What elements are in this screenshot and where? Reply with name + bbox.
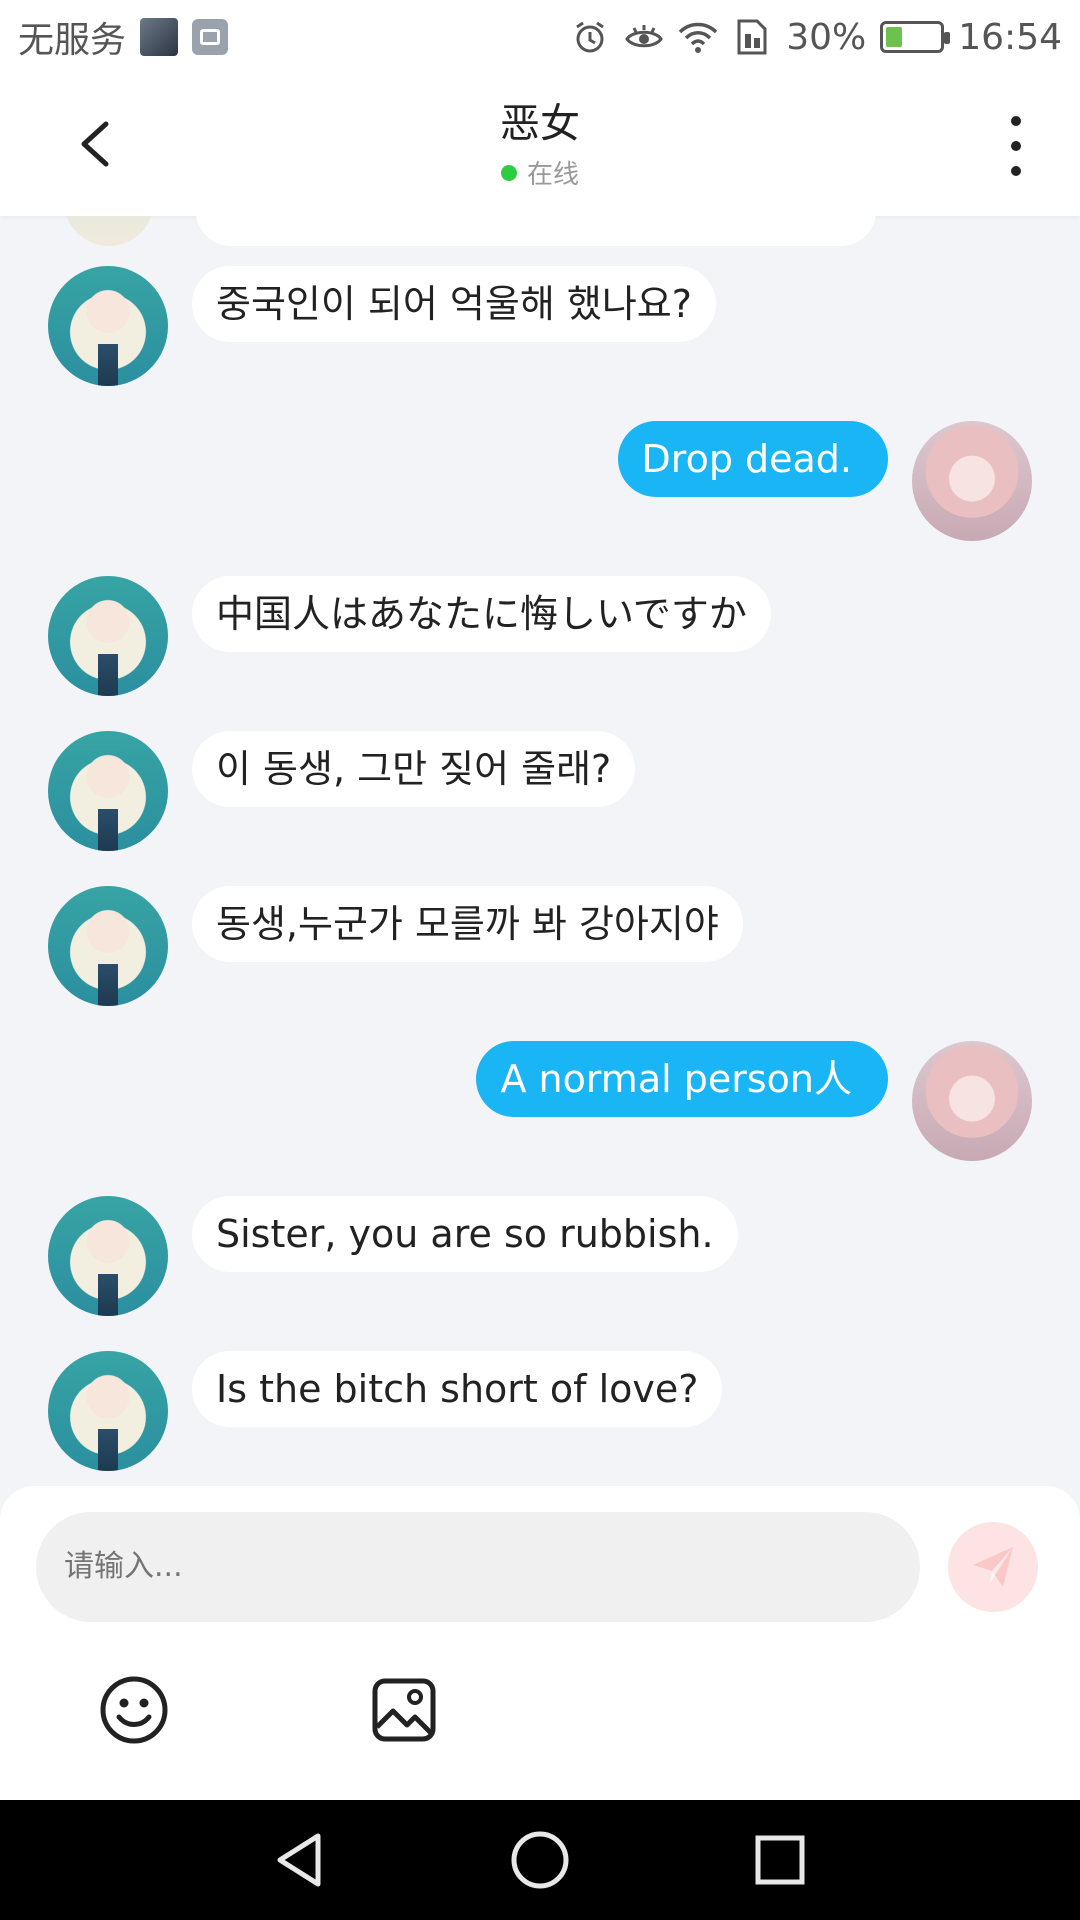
clock: 16:54 xyxy=(958,16,1062,58)
message-bubble[interactable]: A normal person人 xyxy=(476,1041,888,1117)
gallery-notification-icon xyxy=(192,19,229,55)
message-row: Is the bitch short of love? xyxy=(0,1351,1080,1471)
avatar[interactable] xyxy=(48,266,168,386)
battery-icon xyxy=(880,21,951,53)
square-recent-icon[interactable] xyxy=(750,1830,810,1890)
alarm-icon xyxy=(570,17,610,57)
avatar[interactable] xyxy=(48,576,168,696)
smiley-icon[interactable] xyxy=(98,1674,170,1746)
message-row: 이 동생, 그만 짖어 줄래? xyxy=(0,731,1080,851)
eye-comfort-icon xyxy=(624,17,664,57)
carrier-label: 无服务 xyxy=(18,20,127,61)
message-bubble[interactable]: 이 동생, 그만 짖어 줄래? xyxy=(192,731,636,807)
message-row: 中国人はあなたに悔しいですか xyxy=(0,576,1080,696)
circle-home-icon[interactable] xyxy=(510,1830,570,1890)
message-bubble[interactable]: Drop dead. xyxy=(617,421,888,497)
avatar xyxy=(64,216,154,246)
message-row: A normal person人 xyxy=(0,1041,1080,1161)
wifi-icon xyxy=(678,17,718,57)
message-bubble[interactable]: 동생,누군가 모를까 봐 강아지야 xyxy=(192,886,743,962)
chat-title-block: 恶女 在线 xyxy=(0,100,1080,191)
message-list[interactable]: 중국인이 되어 억울해 했나요? Drop dead. 中国人はあなたに悔しいで… xyxy=(0,216,1080,1486)
message-bubble[interactable]: 중국인이 되어 억울해 했나요? xyxy=(192,266,716,342)
status-bar: 无服务 30% 16:54 xyxy=(0,0,1080,74)
message-input[interactable] xyxy=(36,1512,920,1622)
image-icon[interactable] xyxy=(368,1674,440,1746)
more-vertical-icon[interactable] xyxy=(996,116,1036,176)
online-status: 在线 xyxy=(0,154,1080,191)
message-bubble[interactable]: Sister, you are so rubbish. xyxy=(192,1196,738,1272)
triangle-back-icon[interactable] xyxy=(270,1830,330,1890)
paper-plane-icon[interactable] xyxy=(948,1522,1038,1612)
avatar[interactable] xyxy=(48,1351,168,1471)
notification-thumbnail-icon xyxy=(140,18,179,56)
message-row: Drop dead. xyxy=(0,421,1080,541)
avatar[interactable] xyxy=(48,1196,168,1316)
contact-name: 恶女 xyxy=(500,101,580,147)
avatar[interactable] xyxy=(48,886,168,1006)
message-row: Sister, you are so rubbish. xyxy=(0,1196,1080,1316)
avatar[interactable] xyxy=(912,1041,1032,1161)
online-status-label: 在线 xyxy=(526,160,579,190)
avatar[interactable] xyxy=(48,731,168,851)
message-row: 중국인이 되어 억울해 했나요? xyxy=(0,266,1080,386)
message-bubble[interactable]: Is the bitch short of love? xyxy=(192,1351,723,1427)
message-bubble xyxy=(196,216,876,246)
message-row: 동생,누군가 모를까 봐 강아지야 xyxy=(0,886,1080,1006)
system-nav-bar xyxy=(0,1800,1080,1920)
chat-header: 恶女 在线 xyxy=(0,74,1080,216)
sim-icon xyxy=(732,17,772,57)
composer-panel xyxy=(0,1486,1080,1800)
avatar[interactable] xyxy=(912,421,1032,541)
message-bubble[interactable]: 中国人はあなたに悔しいですか xyxy=(192,576,771,652)
online-dot-icon xyxy=(500,164,517,181)
battery-percent: 30% xyxy=(786,16,867,58)
